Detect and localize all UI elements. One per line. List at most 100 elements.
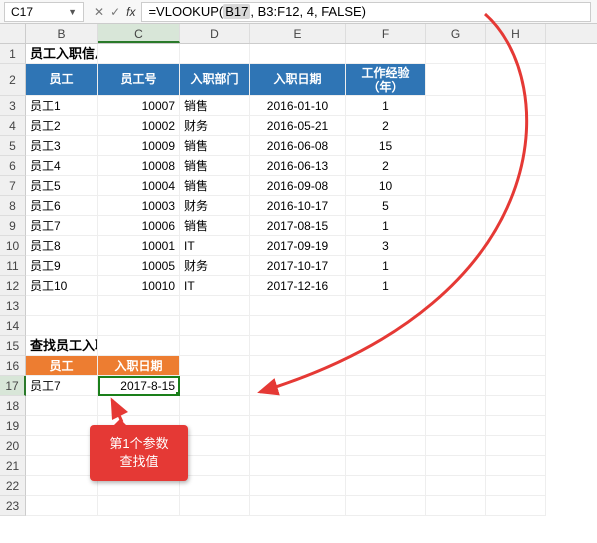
cell[interactable] [180, 436, 250, 456]
cell[interactable] [180, 456, 250, 476]
cell[interactable]: 员工10 [26, 276, 98, 296]
cell[interactable] [26, 456, 98, 476]
cell[interactable] [486, 396, 546, 416]
cell[interactable]: 销售 [180, 156, 250, 176]
cell[interactable]: 2016-09-08 [250, 176, 346, 196]
cell[interactable]: 10010 [98, 276, 180, 296]
cell[interactable] [486, 236, 546, 256]
cell[interactable]: 员工1 [26, 96, 98, 116]
cell[interactable] [250, 476, 346, 496]
cell[interactable]: 10008 [98, 156, 180, 176]
cell[interactable] [180, 496, 250, 516]
cell[interactable] [426, 396, 486, 416]
cell[interactable] [486, 116, 546, 136]
cell[interactable] [346, 416, 426, 436]
cell[interactable] [426, 216, 486, 236]
cell[interactable] [426, 96, 486, 116]
cell[interactable]: 入职日期 [250, 64, 346, 96]
cell[interactable] [486, 496, 546, 516]
cell[interactable] [250, 456, 346, 476]
cell[interactable] [486, 376, 546, 396]
cell[interactable]: 员工 [26, 356, 98, 376]
cell[interactable] [250, 356, 346, 376]
cell[interactable] [426, 456, 486, 476]
cell[interactable] [346, 376, 426, 396]
cell[interactable] [26, 416, 98, 436]
cell[interactable]: 员工3 [26, 136, 98, 156]
cell[interactable] [346, 456, 426, 476]
cell[interactable]: 员工7 [26, 216, 98, 236]
cell[interactable] [486, 356, 546, 376]
row-header-4[interactable]: 4 [0, 116, 26, 136]
cell[interactable] [346, 44, 426, 64]
row-header-5[interactable]: 5 [0, 136, 26, 156]
cell[interactable] [486, 316, 546, 336]
chevron-down-icon[interactable]: ▼ [68, 7, 77, 17]
cell[interactable]: 2017-12-16 [250, 276, 346, 296]
cell[interactable]: 入职日期 [98, 356, 180, 376]
cell[interactable]: 2017-8-15 [98, 376, 180, 396]
col-header-B[interactable]: B [26, 24, 98, 43]
cell[interactable]: 10005 [98, 256, 180, 276]
cell[interactable] [250, 376, 346, 396]
cell[interactable] [426, 176, 486, 196]
cell[interactable] [180, 336, 250, 356]
cell[interactable]: 员工2 [26, 116, 98, 136]
cell[interactable] [98, 296, 180, 316]
cell[interactable] [346, 436, 426, 456]
cell[interactable]: 员工号 [98, 64, 180, 96]
cell[interactable]: 员工入职信息 [26, 44, 98, 64]
cell[interactable] [250, 436, 346, 456]
cell[interactable]: 2 [346, 116, 426, 136]
row-header-2[interactable]: 2 [0, 64, 26, 96]
row-header-17[interactable]: 17 [0, 376, 26, 396]
cell[interactable] [486, 276, 546, 296]
cell[interactable] [346, 496, 426, 516]
cell[interactable]: 1 [346, 216, 426, 236]
cell[interactable]: 员工 [26, 64, 98, 96]
row-header-15[interactable]: 15 [0, 336, 26, 356]
cell[interactable]: IT [180, 276, 250, 296]
cell[interactable]: 2017-10-17 [250, 256, 346, 276]
cell[interactable]: 3 [346, 236, 426, 256]
cell[interactable] [486, 456, 546, 476]
row-header-18[interactable]: 18 [0, 396, 26, 416]
row-header-11[interactable]: 11 [0, 256, 26, 276]
cell[interactable]: 财务 [180, 116, 250, 136]
select-all-corner[interactable] [0, 24, 26, 43]
row-header-16[interactable]: 16 [0, 356, 26, 376]
cell[interactable] [250, 296, 346, 316]
row-header-23[interactable]: 23 [0, 496, 26, 516]
cell[interactable] [486, 96, 546, 116]
cell[interactable] [426, 376, 486, 396]
cell[interactable] [486, 136, 546, 156]
row-header-19[interactable]: 19 [0, 416, 26, 436]
cell[interactable]: 10006 [98, 216, 180, 236]
cell[interactable]: 1 [346, 276, 426, 296]
col-header-E[interactable]: E [250, 24, 346, 43]
cell[interactable]: 员工7 [26, 376, 98, 396]
cell[interactable] [346, 296, 426, 316]
cell[interactable]: 销售 [180, 176, 250, 196]
cell[interactable] [426, 276, 486, 296]
col-header-G[interactable]: G [426, 24, 486, 43]
row-header-14[interactable]: 14 [0, 316, 26, 336]
cell[interactable]: 员工6 [26, 196, 98, 216]
cell[interactable] [426, 416, 486, 436]
cell[interactable]: 员工4 [26, 156, 98, 176]
cell[interactable]: 员工5 [26, 176, 98, 196]
cell[interactable] [26, 496, 98, 516]
row-header-8[interactable]: 8 [0, 196, 26, 216]
cell[interactable] [26, 396, 98, 416]
cell[interactable] [486, 64, 546, 96]
cell[interactable] [180, 316, 250, 336]
row-header-1[interactable]: 1 [0, 44, 26, 64]
cell[interactable] [486, 216, 546, 236]
cell[interactable]: 2016-06-08 [250, 136, 346, 156]
cell[interactable]: 员工8 [26, 236, 98, 256]
cell[interactable] [426, 436, 486, 456]
row-header-22[interactable]: 22 [0, 476, 26, 496]
cell[interactable]: IT [180, 236, 250, 256]
cell[interactable]: 2016-06-13 [250, 156, 346, 176]
cell[interactable] [98, 336, 180, 356]
